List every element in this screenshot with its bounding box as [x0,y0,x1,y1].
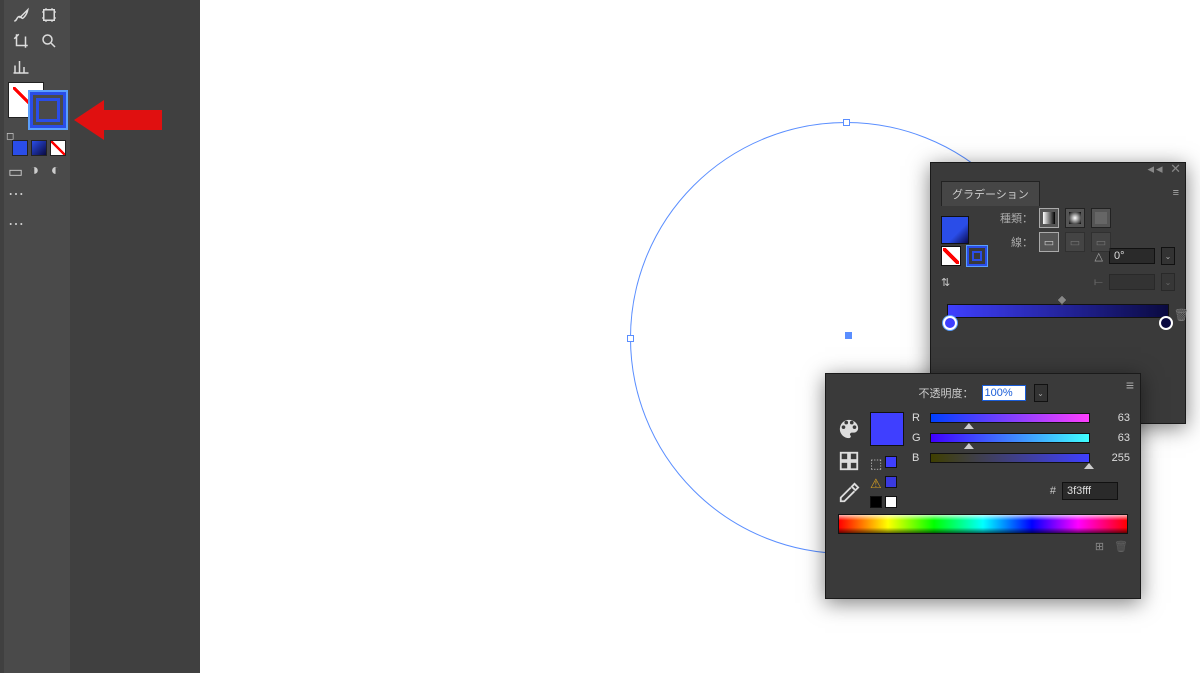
color-mode-gradient[interactable] [31,140,47,156]
toolbar: ⇄ ◻ ▭ ◑ ◐ ⋯ ⋯ [4,0,70,673]
screen-mode-icon[interactable]: ▭ [8,162,23,178]
add-swatch-icon[interactable]: ⊞ [1095,540,1104,553]
gradient-panel-tab[interactable]: グラデーション [941,181,1040,206]
channel-g-slider[interactable] [930,433,1090,443]
stroke-apply-within[interactable]: ▭ [1039,232,1059,252]
stroke-apply-across: ▭ [1091,232,1111,252]
gradient-bar[interactable] [947,304,1169,318]
more-icon[interactable]: ⋯ [8,214,24,230]
stroke-active-indicator[interactable] [967,246,987,266]
channel-b-label: B [912,452,924,464]
center-point [845,332,852,339]
cube-icon: ⬚ [870,456,882,472]
current-color-swatch[interactable] [870,412,904,446]
channel-r-label: R [912,412,924,424]
fill-none-indicator[interactable] [941,246,961,266]
draw-mode-icon[interactable]: ◑ [29,162,44,178]
fill-stroke-swatch[interactable]: ◻ [8,82,66,128]
white-swatch[interactable] [885,496,897,508]
color-mode-none[interactable] [50,140,66,156]
zoom-icon[interactable] [36,30,62,52]
anchor-left[interactable] [627,335,634,342]
color-mode-solid[interactable] [12,140,28,156]
channel-b-value[interactable]: 255 [1096,452,1130,464]
type-label: 種類： [975,210,1033,226]
stroke-swatch[interactable] [30,92,66,128]
reverse-gradient-icon[interactable]: ⇅ [941,276,950,289]
artboard-icon[interactable] [36,4,62,26]
opacity-label: 不透明度： [919,385,974,401]
angle-dropdown[interactable]: ⌄ [1161,247,1175,265]
paintbrush-icon[interactable] [8,4,34,26]
graph-icon[interactable] [8,56,34,78]
out-of-gamut-icon[interactable]: ⚠ [870,476,882,492]
gradient-type-radial[interactable] [1065,208,1085,228]
gradient-slider[interactable]: 🗑 [947,304,1169,334]
stroke-apply-along: ▭ [1065,232,1085,252]
annotation-arrow-left [74,96,164,144]
aspect-input [1109,274,1155,290]
black-swatch[interactable] [870,496,882,508]
aspect-dropdown: ⌄ [1161,273,1175,291]
panel-menu-icon[interactable]: ≡ [1173,187,1179,199]
swatches-icon[interactable] [838,450,860,472]
color-panel-menu-icon[interactable]: ≡ [1126,377,1134,393]
channel-r-slider[interactable] [930,413,1090,423]
color-panel: ≡ 不透明度： ⌄ ⬚ ⚠ [825,373,1141,599]
opacity-dropdown[interactable]: ⌄ [1034,384,1048,402]
angle-input[interactable] [1109,248,1155,264]
gradient-stop-left[interactable] [943,316,957,330]
gradient-type-linear[interactable] [1039,208,1059,228]
channel-r-value[interactable]: 63 [1096,412,1130,424]
gamut-swatch[interactable] [885,476,897,488]
panel-controls[interactable]: ◂◂ ✕ [1147,161,1183,177]
crop-icon[interactable] [8,30,34,52]
delete-stop-icon[interactable]: 🗑 [1174,308,1189,322]
gradient-stop-right[interactable] [1159,316,1173,330]
edit-toolbar-icon[interactable]: ⋯ [8,184,24,200]
channel-g-value[interactable]: 63 [1096,432,1130,444]
default-fill-stroke-icon[interactable]: ◻ [6,131,14,142]
aspect-icon: ⟝ [1094,276,1103,289]
eyedropper-icon[interactable] [838,482,860,504]
channel-b-slider[interactable] [930,453,1090,463]
web-safe-swatch[interactable] [885,456,897,468]
hex-prefix: # [1050,485,1056,497]
anchor-top[interactable] [843,119,850,126]
hex-input[interactable] [1062,482,1118,500]
opacity-input[interactable] [982,385,1026,401]
spectrum-bar[interactable] [838,514,1128,534]
palette-icon[interactable] [838,418,860,440]
gradient-type-freeform[interactable] [1091,208,1111,228]
channel-g-label: G [912,432,924,444]
gradient-preview-swatch[interactable] [941,216,969,244]
draw-behind-icon[interactable]: ◐ [51,162,66,178]
trash-icon[interactable]: 🗑 [1114,540,1128,553]
